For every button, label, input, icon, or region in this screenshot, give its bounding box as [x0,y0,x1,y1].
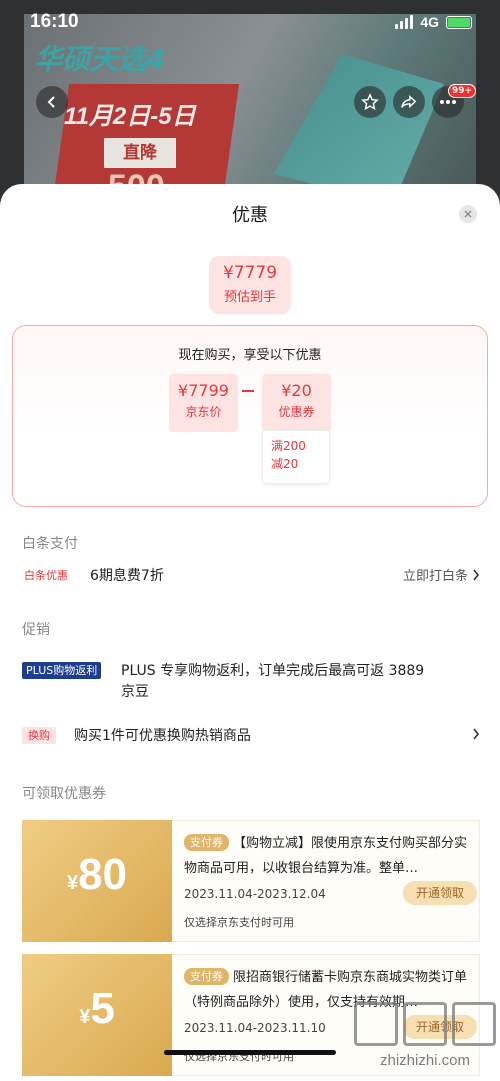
currency-symbol: ¥ [79,1006,91,1028]
estimated-price: ¥7779 [222,263,278,283]
swap-tag: 换购 [22,727,56,744]
banner-date: 11月2日-5日 [64,103,196,130]
swap-offer[interactable]: 购买1件可优惠换购热销商品 [74,725,251,745]
discount-sheet: 优惠 ¥7779 预估到手 现在购买，享受以下优惠 ¥7799 京东价 ¥20 … [0,184,500,1081]
jd-price-pill: ¥7799 京东价 [169,374,238,432]
plus-rebate-text: PLUS 专享购物返利，订单完成后最高可返 3889 京豆 [121,661,424,703]
plus-rebate-line1: PLUS 专享购物返利，订单完成后最高可返 3889 [121,663,425,679]
coupon-amount: ¥80 [22,850,172,900]
coupon-description: 支付券 【购物立减】限使用京东支付购买部分实物商品可用，以收银台结算为准。整单… [184,831,474,881]
coupon-condition-discount: 减20 [271,457,299,471]
coupon-value: 5 [90,984,115,1033]
site-watermark: zhizhizhi.com [352,1002,498,1074]
promo-section-header: 促销 [22,622,50,638]
coupon-value: 80 [78,850,128,899]
coupon-condition-threshold: 满200 [271,439,306,453]
coupon-details: 支付券 【购物立减】限使用京东支付购买部分实物商品可用，以收银台结算为准。整单… … [172,820,480,942]
banner-tag: 直降 [104,138,176,168]
coupon-type-tag: 支付券 [184,968,229,985]
signal-icon [395,15,414,29]
baitiao-section-header: 白条支付 [22,536,78,552]
coupon-amount: ¥5 [22,984,172,1034]
network-type: 4G [420,14,439,30]
baitiao-link-label: 立即打白条 [402,569,468,584]
minus-sign [242,390,254,392]
back-button[interactable] [36,86,68,118]
coupon-condition: 满200 减20 [262,430,330,484]
currency-symbol: ¥ [66,872,79,894]
deal-breakdown: 现在购买，享受以下优惠 [12,325,488,507]
coupon-pill: ¥20 优惠券 [262,374,331,432]
chevron-left-icon [47,96,55,108]
plus-rebate-line2: 京豆 [121,684,149,700]
deal-heading: 现在购买，享受以下优惠 [178,348,322,363]
close-icon [464,210,472,218]
coupon-price-label: 优惠券 [278,405,315,419]
baitiao-tag: 白条优惠 [24,569,68,582]
home-indicator[interactable] [164,1050,336,1055]
banner-artwork [274,54,444,200]
coupon-amount-panel: ¥5 [22,954,172,1076]
chevron-right-icon [473,728,480,740]
coupon-validity: 2023.11.04-2023.12.04 [184,887,326,901]
more-icon [440,100,456,104]
coupon-price: ¥20 [281,381,312,400]
coupon-validity: 2023.11.04-2023.11.10 [184,1021,326,1035]
status-bar: 16:10 4G [0,0,500,44]
sheet-title: 优惠 [232,205,268,226]
claim-coupon-button[interactable]: 开通领取 [403,881,477,905]
coupons-section-header: 可领取优惠券 [22,786,106,802]
star-icon [361,93,379,111]
status-time: 16:10 [30,11,79,32]
chevron-right-icon [473,569,480,580]
baitiao-offer: 6期息费7折 [90,568,164,584]
estimated-price-label: 预估到手 [223,290,276,305]
coupon-note: 仅选择京东支付时可用 [184,916,294,929]
coupon-amount-panel: ¥80 [22,820,172,942]
battery-icon [446,15,472,29]
notification-badge: 99+ [448,84,477,98]
share-icon [401,94,417,109]
watermark-text: zhizhizhi.com [379,1052,471,1069]
baitiao-link[interactable]: 立即打白条 [403,565,480,584]
coupon-type-tag: 支付券 [184,834,229,851]
jd-price: ¥7799 [178,381,229,400]
estimated-price-badge: ¥7779 预估到手 [209,256,291,314]
swap-chevron[interactable] [472,728,480,740]
jd-price-label: 京东价 [185,405,222,419]
plus-rebate-tag: PLUS购物返利 [22,662,102,679]
coupon-card: ¥80 支付券 【购物立减】限使用京东支付购买部分实物商品可用，以收银台结算为准。… [22,820,480,942]
share-button[interactable] [393,86,425,118]
favorite-button[interactable] [354,86,386,118]
banner-title: 华硕天选4 [34,43,166,76]
status-indicators: 4G [395,14,472,30]
close-button[interactable] [459,205,477,223]
